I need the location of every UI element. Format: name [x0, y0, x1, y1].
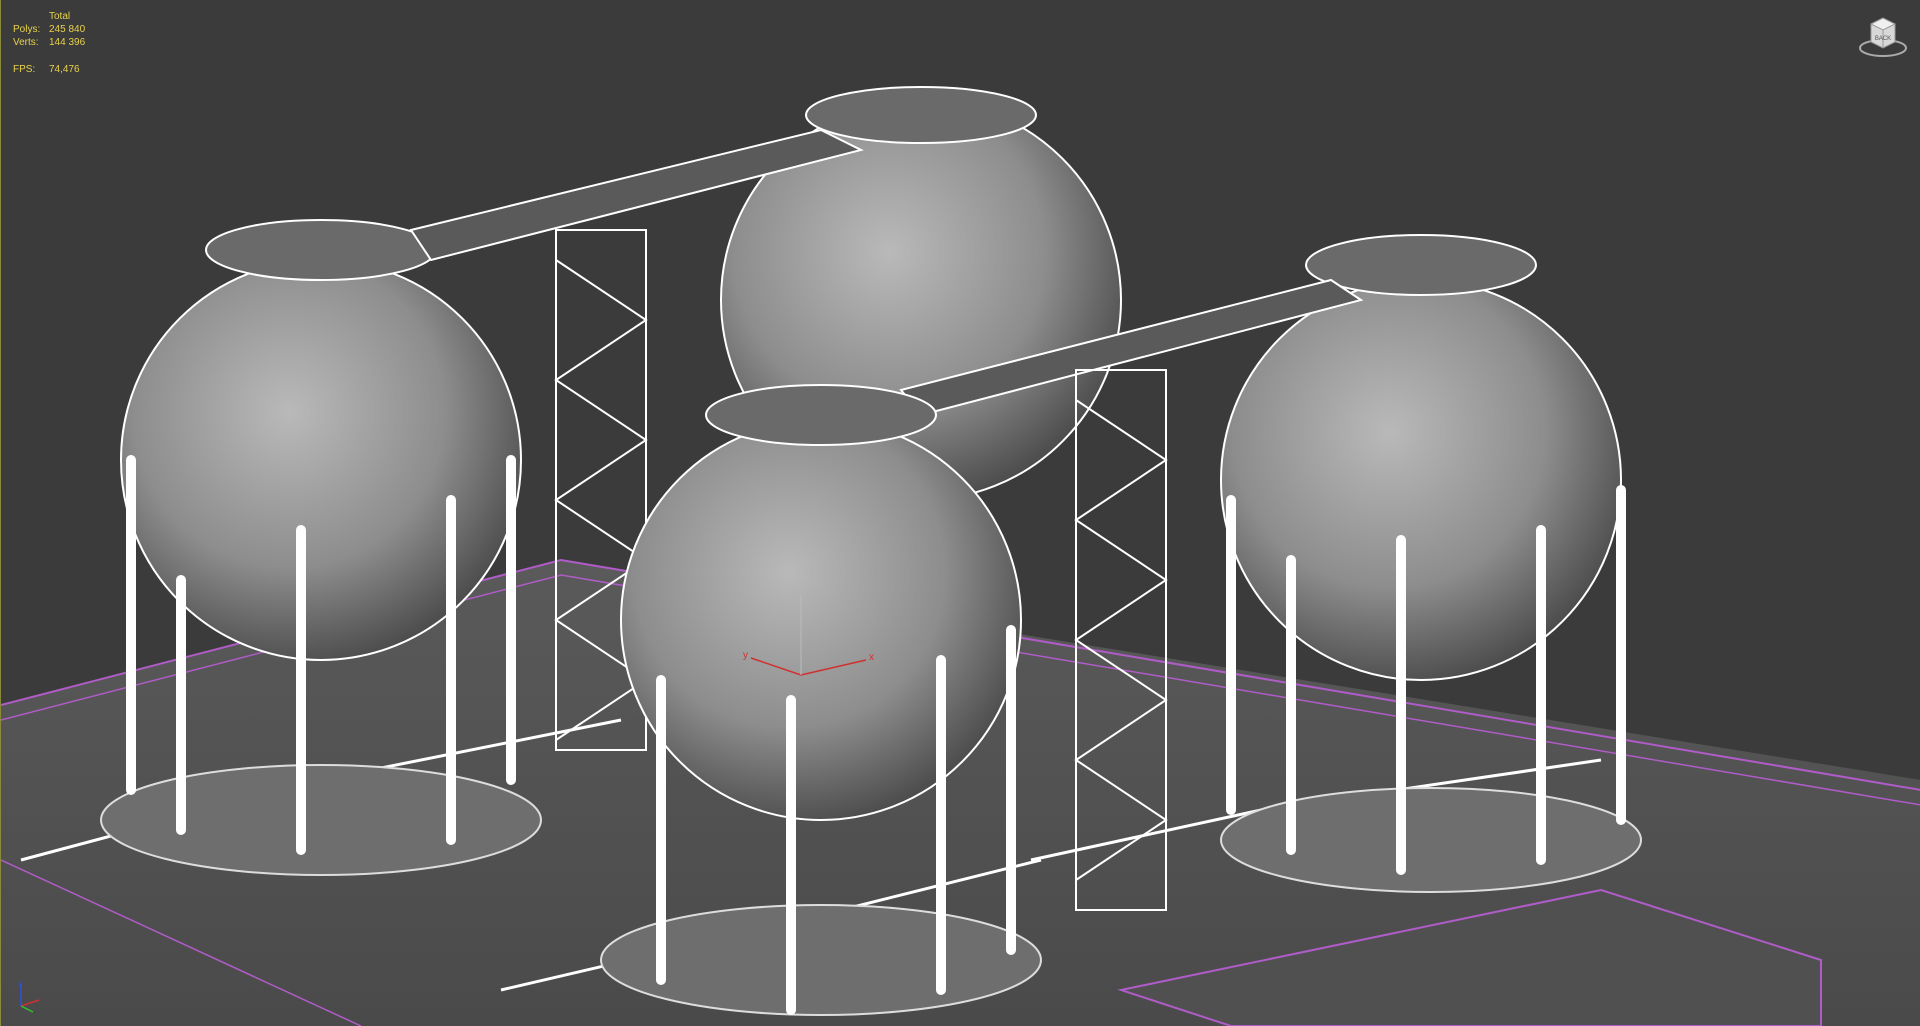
viewcube-face-label: BACK [1875, 36, 1891, 42]
scene-render [1, 86, 1920, 1026]
tripod-z-label: z [18, 981, 22, 988]
tank-base [1220, 787, 1642, 893]
transform-gizmo[interactable]: x y [741, 590, 881, 700]
viewcube-icon[interactable]: BACK [1858, 12, 1908, 60]
tank-base [100, 764, 542, 876]
perspective-viewport[interactable]: Total Polys: 245 840 Verts: 144 396 FPS:… [0, 0, 1920, 1026]
axis-tripod-icon: z [18, 981, 40, 1013]
tank-base [600, 904, 1042, 1016]
gizmo-x-label: x [869, 652, 874, 663]
gizmo-y-label: y [743, 650, 748, 661]
